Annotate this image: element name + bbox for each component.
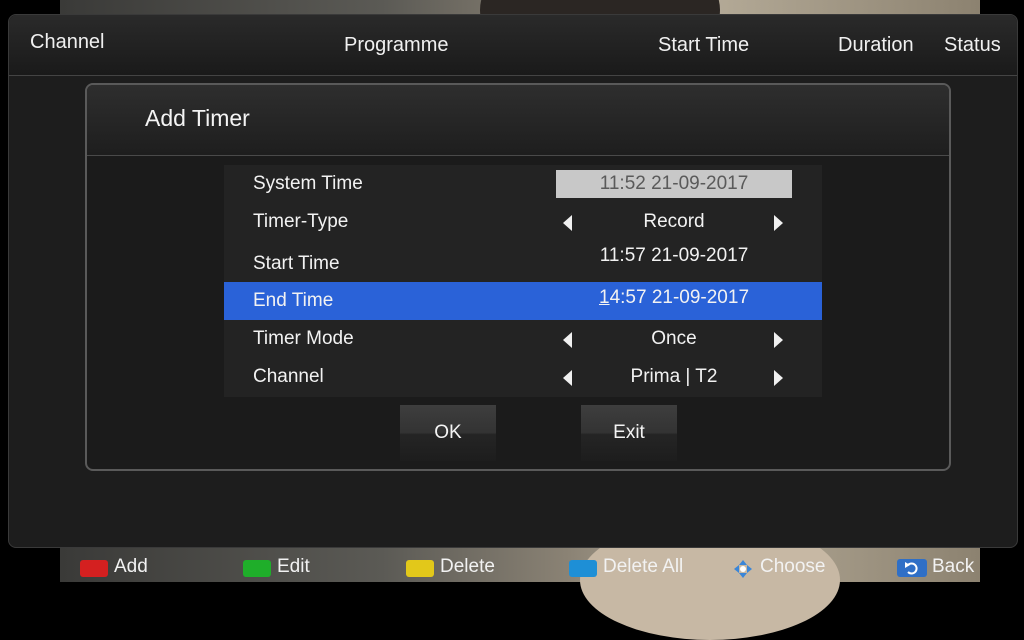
start-time-label: Start Time [253,253,340,274]
timer-type-label: Timer-Type [253,211,349,232]
legend-delete-label: Delete [440,556,495,577]
column-programme: Programme [344,34,449,56]
yellow-key-icon [406,560,434,577]
legend-add-label: Add [114,556,148,577]
system-time-label: System Time [253,173,363,194]
timer-mode-value: Once [651,328,697,349]
column-status: Status [944,34,1001,56]
row-timer-type[interactable]: Timer-Type Record [224,203,822,241]
blue-key-icon [569,560,597,577]
red-key-icon [80,560,108,577]
arrow-right-icon[interactable] [774,215,783,231]
edit-cursor-digit: 1 [598,287,610,308]
timer-type-value: Record [643,211,705,232]
add-timer-dialog: Add Timer System Time 11:52 21-09-2017 T… [85,83,951,471]
choose-arrows-icon [734,560,752,578]
system-time-value: 11:52 21-09-2017 [556,170,792,198]
row-system-time: System Time 11:52 21-09-2017 [224,165,822,203]
column-header: Channel Programme Start Time Duration St… [9,15,1017,76]
green-key-icon [243,560,271,577]
exit-button[interactable]: Exit [581,405,677,461]
channel-value: Prima | T2 [630,366,718,387]
dialog-title-bar: Add Timer [87,85,949,156]
row-end-time[interactable]: End Time 14:57 21-09-2017 [224,282,822,320]
row-timer-mode[interactable]: Timer Mode Once [224,320,822,358]
legend-edit-label: Edit [277,556,310,577]
arrow-right-icon[interactable] [774,332,783,348]
timer-mode-label: Timer Mode [253,328,354,349]
legend-choose-label: Choose [760,556,826,577]
end-time-value-rest: 4:57 21-09-2017 [609,287,750,308]
row-channel[interactable]: Channel Prima | T2 [224,358,822,396]
column-duration: Duration [838,34,914,56]
dialog-title: Add Timer [145,105,250,131]
legend-back-label: Back [932,556,975,577]
row-start-time[interactable]: Start Time 11:57 21-09-2017 [224,241,822,279]
channel-label: Channel [253,366,324,387]
ok-button[interactable]: OK [400,405,496,461]
legend-delete-all-label: Delete All [603,556,684,577]
back-icon [897,559,927,577]
end-time-value[interactable]: 14:57 21-09-2017 [556,287,792,309]
end-time-label: End Time [253,290,334,311]
timer-form: System Time 11:52 21-09-2017 Timer-Type … [224,165,822,397]
column-start-time: Start Time [658,34,750,56]
column-channel: Channel [30,31,105,53]
start-time-value[interactable]: 11:57 21-09-2017 [556,245,792,267]
arrow-right-icon[interactable] [774,370,783,386]
